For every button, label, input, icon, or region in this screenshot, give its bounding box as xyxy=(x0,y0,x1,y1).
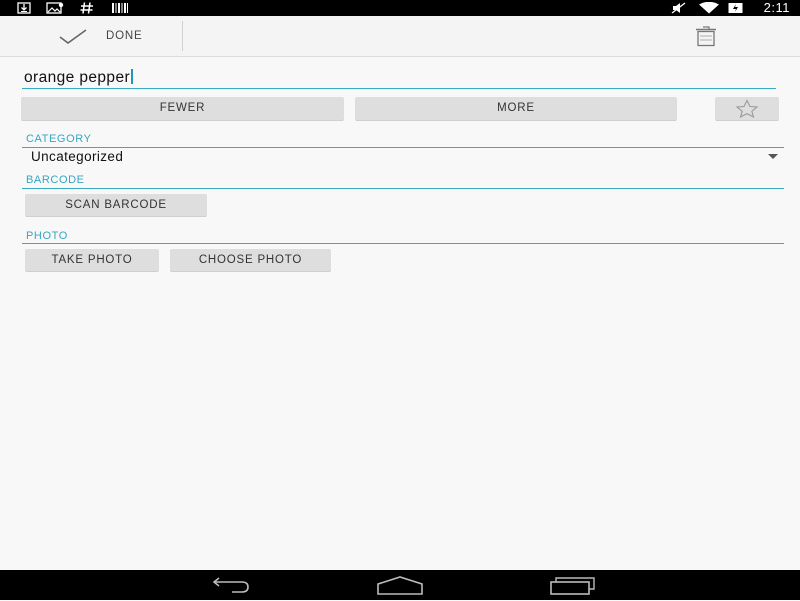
category-header: CATEGORY xyxy=(26,133,92,145)
dropdown-arrow-icon xyxy=(768,154,778,159)
wifi-icon xyxy=(699,2,719,14)
back-button[interactable] xyxy=(204,574,252,596)
image-icon xyxy=(46,2,64,14)
recents-button[interactable] xyxy=(548,574,596,596)
done-label: DONE xyxy=(106,30,143,42)
choose-photo-button[interactable]: CHOOSE PHOTO xyxy=(170,249,331,271)
item-name-input[interactable]: orange pepper xyxy=(22,66,776,89)
navigation-bar xyxy=(0,570,800,600)
fewer-button[interactable]: FEWER xyxy=(21,97,344,120)
photo-divider xyxy=(22,243,784,244)
hash-icon xyxy=(80,2,93,14)
delete-button[interactable] xyxy=(690,23,722,49)
home-button[interactable] xyxy=(376,574,424,596)
action-bar-divider xyxy=(182,21,183,51)
photo-header: PHOTO xyxy=(26,230,68,242)
battery-charging-icon xyxy=(728,3,743,13)
recents-icon xyxy=(550,577,595,595)
category-select[interactable]: Uncategorized xyxy=(22,148,784,166)
barcode-header: BARCODE xyxy=(26,174,85,186)
take-photo-button[interactable]: TAKE PHOTO xyxy=(25,249,159,271)
category-selected-value: Uncategorized xyxy=(31,149,124,164)
action-bar: DONE xyxy=(0,16,800,57)
home-icon xyxy=(377,576,423,595)
scan-barcode-button[interactable]: SCAN BARCODE xyxy=(25,194,207,216)
back-icon xyxy=(212,577,249,593)
favorite-button[interactable] xyxy=(715,97,779,120)
clock: 2:11 xyxy=(763,0,790,15)
trash-icon xyxy=(696,26,716,47)
item-name-value: orange pepper xyxy=(24,69,131,86)
done-button[interactable]: DONE xyxy=(0,16,182,56)
text-cursor xyxy=(131,69,134,84)
checkmark-icon xyxy=(59,29,87,44)
download-icon xyxy=(17,2,31,14)
status-bar: 2:11 xyxy=(0,0,800,16)
star-outline-icon xyxy=(735,99,759,118)
barcode-icon xyxy=(112,3,128,13)
mute-icon xyxy=(671,2,686,14)
more-button[interactable]: MORE xyxy=(355,97,677,120)
barcode-divider xyxy=(22,188,784,189)
